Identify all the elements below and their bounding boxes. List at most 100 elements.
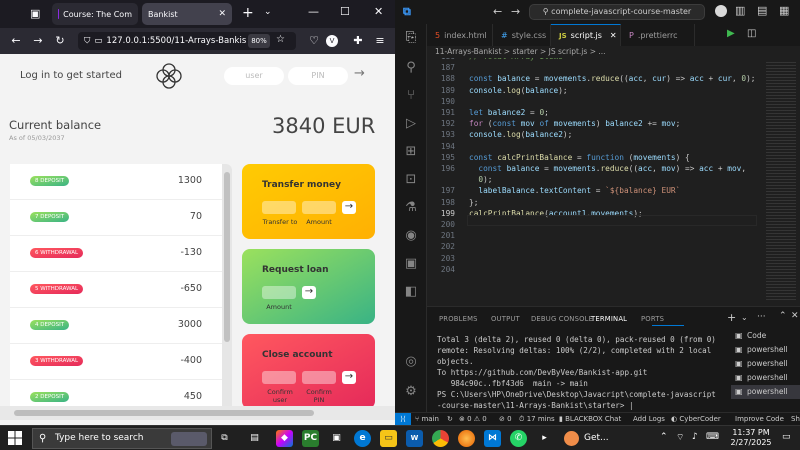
forward-nav-icon[interactable]: → [511, 5, 520, 18]
split-editor-icon[interactable]: ◫ [747, 28, 756, 39]
code-line[interactable]: labelBalance.textContent = `${balance} E… [469, 186, 680, 195]
pocket-icon[interactable]: ♡ [306, 33, 322, 49]
taskbar-clock[interactable]: 11:37 PM 2/27/2025 [724, 428, 778, 449]
transfer-amount-input[interactable] [302, 201, 336, 214]
code-line[interactable]: console.log(balance); [469, 86, 568, 95]
code-line[interactable]: }; [469, 198, 478, 207]
tab-list-chevron-icon[interactable]: ⌄ [264, 7, 272, 17]
terminal-line[interactable]: objects. [437, 357, 474, 366]
tab-index-html[interactable]: 5 index.html [427, 24, 493, 46]
transfer-button[interactable]: → [342, 201, 356, 214]
firefox-taskbar-icon[interactable] [458, 430, 475, 447]
hidden-icons-chevron-icon[interactable]: ⌃ [660, 432, 668, 442]
maximize-panel-icon[interactable]: ⌃ [779, 311, 787, 321]
terminal-taskbar-icon[interactable]: ▸ [536, 430, 553, 447]
source-control-icon[interactable]: ⑂ [403, 88, 419, 104]
taskbar-search-box[interactable]: ⚲ Type here to search [32, 428, 212, 449]
terminal-line[interactable]: Total 3 (delta 2), reused 0 (delta 0), p… [437, 335, 716, 344]
taskbar-app-get[interactable]: Get... [564, 430, 624, 447]
time-tracker[interactable]: ⏱ 17 mins [519, 413, 555, 425]
vscode-taskbar-icon[interactable]: ⋈ [484, 430, 501, 447]
code-line[interactable]: let balance2 = 0; [469, 108, 549, 117]
blackbox-icon[interactable]: ◧ [403, 284, 419, 300]
explorer-icon[interactable]: ⎘ [403, 30, 419, 46]
terminal-line[interactable]: remote: Resolving deltas: 100% (2/2), co… [437, 346, 711, 355]
sidebar-toggle-icon[interactable]: ▦ [779, 4, 789, 17]
whatsapp-icon[interactable]: ✆ [510, 430, 527, 447]
movements-scrollbar[interactable] [222, 164, 232, 414]
panel-tab-debug-console[interactable]: DEBUG CONSOLE [531, 315, 593, 323]
code-line[interactable]: for (const mov of movements) balance2 +=… [469, 119, 680, 128]
notifications-icon[interactable]: ▭ [782, 432, 791, 442]
minimap[interactable] [763, 58, 800, 306]
task-view-icon[interactable]: ⧉ [216, 430, 233, 447]
network-icon[interactable]: ⌔ [676, 432, 684, 443]
command-center-search[interactable]: ⚲ complete-javascript-course-master [529, 4, 705, 20]
code-line[interactable]: console.log(balance2); [469, 130, 572, 139]
volume-icon[interactable]: ♪ [692, 432, 698, 442]
preview-icon[interactable]: ▶ [727, 28, 735, 39]
copilot-taskbar-icon[interactable]: ◆ [276, 430, 293, 447]
firefox-view-icon[interactable]: ▣ [30, 7, 40, 20]
close-window-icon[interactable]: ✕ [374, 5, 383, 18]
sync-icon[interactable]: ↻ [447, 413, 453, 425]
terminal-instance[interactable]: ▣ powershell [731, 343, 800, 357]
close-editor-icon[interactable]: ✕ [610, 31, 617, 40]
reload-icon[interactable]: ↻ [52, 33, 68, 49]
testing-icon[interactable]: ⚗ [403, 200, 419, 216]
pin-input[interactable]: PIN [288, 67, 348, 85]
back-nav-icon[interactable]: ← [493, 5, 502, 18]
menu-icon[interactable]: ≡ [372, 33, 388, 49]
login-button[interactable]: → [354, 66, 365, 81]
pycharm-icon[interactable]: PC [302, 430, 319, 447]
tab-course[interactable]: Course: The Com [52, 3, 138, 25]
tab-prettierrc[interactable]: P .prettierrc [621, 24, 695, 46]
windows-start-icon[interactable] [8, 431, 22, 445]
panel-tab-output[interactable]: OUTPUT [491, 315, 520, 323]
panel-tab-terminal[interactable]: TERMINAL [591, 315, 627, 323]
code-line[interactable]: const balance = movements.reduce((acc, c… [469, 74, 755, 83]
loan-amount-input[interactable] [262, 286, 296, 299]
close-tab-icon[interactable]: ✕ [218, 9, 226, 19]
tab-script-js[interactable]: JS script.js ✕ [551, 24, 621, 46]
panel-tab-problems[interactable]: PROBLEMS [439, 315, 478, 323]
terminal-instance[interactable]: ▣ powershell [731, 371, 800, 385]
close-pin-input[interactable] [302, 371, 336, 384]
remote-icon[interactable]: ⟩⟨ [395, 413, 411, 425]
terminal-instance[interactable]: ▣ powershell [731, 357, 800, 371]
close-panel-icon[interactable]: ✕ [791, 311, 799, 321]
chrome-icon[interactable] [432, 430, 449, 447]
language-icon[interactable]: ⌨ [706, 432, 719, 442]
code-line[interactable]: const balance = movements.reduce((acc, m… [469, 164, 746, 173]
extensions-view-icon[interactable]: ⊞ [403, 144, 419, 160]
code-line[interactable]: // Total Array Items [469, 58, 563, 61]
add-logs-button[interactable]: Add Logs [633, 413, 665, 425]
manage-gear-icon[interactable]: ⚙ [403, 384, 419, 400]
new-terminal-icon[interactable]: + [727, 311, 736, 324]
branch-indicator[interactable]: ⑂ main [415, 413, 439, 425]
ports-indicator[interactable]: ⊘ 0 [499, 413, 512, 425]
terminal-dropdown-icon[interactable]: ⌄ [741, 313, 748, 322]
search-view-icon[interactable]: ⚲ [403, 60, 419, 76]
back-icon[interactable]: ← [8, 33, 24, 49]
tab-bankist[interactable]: Bankist ✕ [142, 3, 232, 25]
improve-code-button[interactable]: Improve Code [735, 413, 784, 425]
cybercoder-button[interactable]: ◐ CyberCoder [671, 413, 721, 425]
run-debug-icon[interactable]: ▷ [403, 116, 419, 132]
breadcrumb[interactable]: 11-Arrays-Bankist > starter > JS script.… [427, 46, 800, 58]
close-user-input[interactable] [262, 371, 296, 384]
loan-button[interactable]: → [302, 286, 316, 299]
widgets-icon[interactable]: ▤ [246, 430, 263, 447]
terminal-line[interactable]: 984c90c..fbf43d6 main -> main [437, 379, 588, 388]
zoom-level[interactable]: 80% [248, 34, 270, 48]
edge-icon[interactable]: e [354, 430, 371, 447]
copilot-icon[interactable] [715, 5, 727, 17]
terminal-line[interactable]: PS C:\Users\HP\OneDrive\Desktop\Javacrip… [437, 390, 716, 399]
close-button[interactable]: → [342, 371, 356, 384]
layout-icon[interactable]: ▥ [735, 4, 745, 17]
forward-icon[interactable]: → [30, 33, 46, 49]
new-tab-icon[interactable]: + [242, 5, 254, 21]
terminal-line[interactable]: To https://github.com/DevByVee/Bankist-a… [437, 368, 647, 377]
docker-icon[interactable]: ▣ [403, 256, 419, 272]
errors-warnings[interactable]: ⊗ 0 ⚠ 0 [459, 413, 487, 425]
